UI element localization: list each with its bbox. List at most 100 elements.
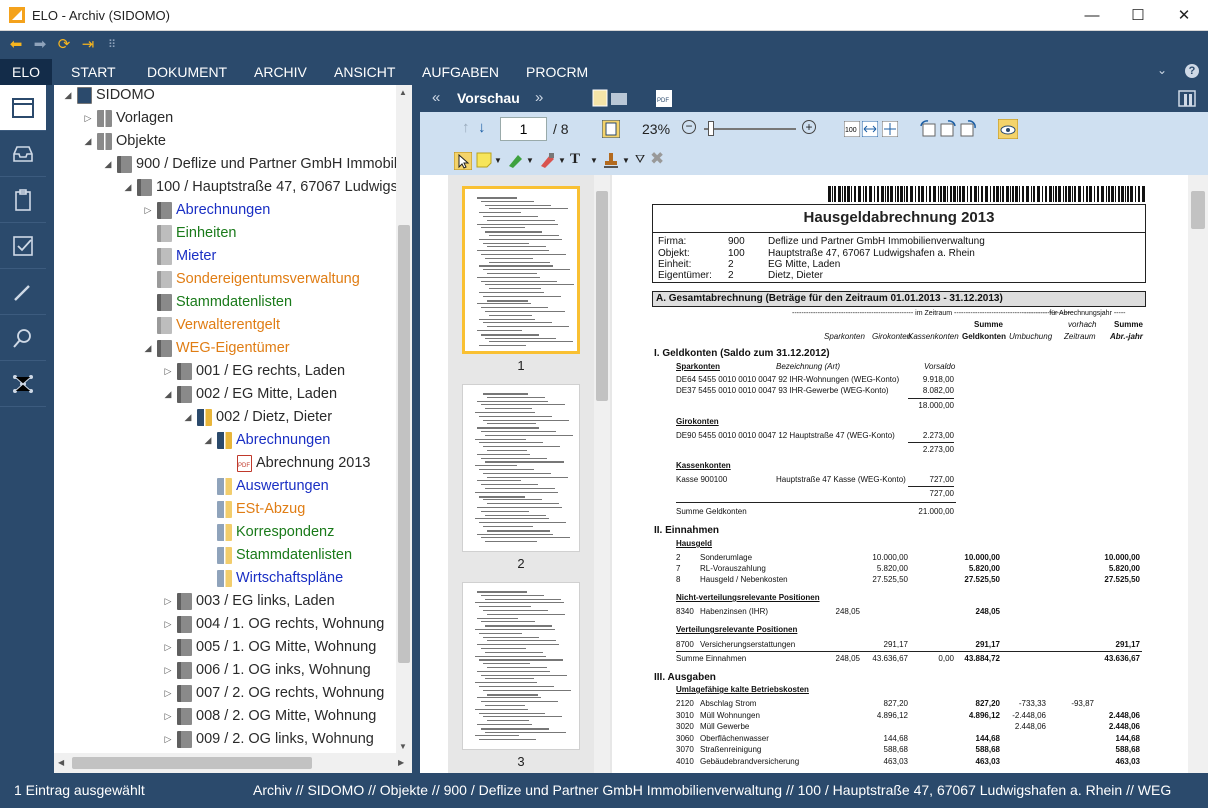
collapse-arrow-icon[interactable]: ◢: [102, 153, 114, 176]
expand-arrow-icon[interactable]: ▷: [162, 360, 174, 383]
layout-icon[interactable]: [1178, 90, 1196, 107]
tree-node[interactable]: Stammdatenlisten: [202, 544, 352, 567]
refresh-icon[interactable]: ⟳: [54, 36, 74, 54]
menu-ansicht[interactable]: ANSICHT: [330, 59, 399, 85]
tree-node[interactable]: ▷ 004 / 1. OG rechts, Wohnung: [162, 613, 384, 636]
rail-network[interactable]: [0, 361, 46, 407]
chevron-down-icon[interactable]: ▼: [526, 156, 534, 165]
expand-arrow-icon[interactable]: ▷: [142, 199, 154, 222]
tree-node[interactable]: ◢ WEG-Eigentümer: [142, 337, 290, 360]
tree-node[interactable]: Stammdatenlisten: [142, 291, 292, 314]
zoom-slider-track[interactable]: [704, 128, 796, 130]
page-down-icon[interactable]: ↓: [478, 119, 486, 136]
rail-clipboard[interactable]: [0, 177, 46, 223]
tree-node[interactable]: ◢ Objekte: [82, 130, 166, 153]
tree-node[interactable]: PDF Abrechnung 2013: [222, 452, 371, 475]
tree-node[interactable]: ◢ 100 / Hauptstraße 47, 67067 Ludwigs: [122, 176, 396, 199]
tree-horizontal-scrollbar[interactable]: ◀ ▶: [54, 753, 412, 773]
tree-node[interactable]: ▷ Abrechnungen: [142, 199, 270, 222]
tree-node[interactable]: Auswertungen: [202, 475, 329, 498]
chevron-down-icon[interactable]: ▼: [622, 156, 630, 165]
rotate-right-icon[interactable]: [940, 120, 956, 137]
collapse-arrow-icon[interactable]: ◢: [82, 130, 94, 153]
collapse-arrow-icon[interactable]: ◢: [62, 85, 74, 107]
scroll-left-icon[interactable]: ◀: [58, 758, 64, 767]
back-arrow-icon[interactable]: ⬅: [6, 36, 26, 54]
rotate-page-icon[interactable]: [960, 120, 976, 137]
rail-inbox[interactable]: [0, 131, 46, 177]
tree-node[interactable]: ◢ 900 / Deflize und Partner GmbH Immobili…: [102, 153, 396, 176]
expand-arrow-icon[interactable]: ▷: [162, 613, 174, 636]
expand-arrow-icon[interactable]: ▷: [162, 728, 174, 751]
page-number-input[interactable]: [500, 117, 547, 141]
fit-all-icon[interactable]: [882, 121, 898, 137]
thumbnail-scrollbar[interactable]: [594, 175, 610, 773]
tree-node[interactable]: ◢ SIDOMO: [62, 85, 155, 107]
elo-menu-button[interactable]: ELO: [0, 59, 52, 85]
tree-node[interactable]: Wirtschaftspläne: [202, 567, 343, 590]
zoom-out-icon[interactable]: −: [682, 120, 696, 134]
chevron-down-icon[interactable]: ▼: [590, 156, 598, 165]
preview-scrollbar[interactable]: [1188, 175, 1208, 773]
tree-node[interactable]: Korrespondenz: [202, 521, 334, 544]
tree-node[interactable]: Verwalterentgelt: [142, 314, 280, 337]
rail-tasks[interactable]: [0, 223, 46, 269]
view-eye-icon[interactable]: [998, 119, 1018, 139]
tree-vertical-scrollbar[interactable]: ▲ ▼: [396, 85, 412, 753]
rail-search[interactable]: [0, 315, 46, 361]
fit-width-icon[interactable]: [862, 121, 878, 137]
chevron-down-icon[interactable]: ▼: [558, 156, 566, 165]
tree-node[interactable]: ▷ Vorlagen: [82, 107, 173, 130]
tree-node[interactable]: Einheiten: [142, 222, 236, 245]
thumbnail-page-2[interactable]: [462, 384, 580, 552]
tree-node[interactable]: ◢ 002 / Dietz, Dieter: [182, 406, 332, 429]
page-up-icon[interactable]: ↑: [462, 119, 470, 136]
menu-archiv[interactable]: ARCHIV: [250, 59, 311, 85]
stamp-icon[interactable]: [602, 151, 620, 169]
thumbnail-page-3[interactable]: [462, 582, 580, 750]
chevron-down-icon[interactable]: ⌄: [1157, 63, 1167, 77]
tree-node[interactable]: ◢ Abrechnungen: [202, 429, 330, 452]
expand-arrow-icon[interactable]: ▷: [82, 107, 94, 130]
tree-node[interactable]: ▷ 008 / 2. OG Mitte, Wohnung: [162, 705, 376, 728]
tree-node[interactable]: Sondereigentumsverwaltung: [142, 268, 360, 291]
zoom-in-icon[interactable]: +: [802, 120, 816, 134]
expand-right-button[interactable]: »: [535, 89, 543, 106]
delete-annotation-icon[interactable]: ✖: [650, 149, 664, 169]
tree-node[interactable]: ▷ 009 / 2. OG links, Wohnung: [162, 728, 374, 751]
scroll-up-icon[interactable]: ▲: [399, 88, 407, 97]
collapse-left-button[interactable]: «: [432, 89, 440, 106]
minimize-button[interactable]: —: [1069, 0, 1115, 31]
forward-arrow-icon[interactable]: ➡: [30, 36, 50, 54]
close-button[interactable]: ✕: [1161, 0, 1207, 31]
rail-archive[interactable]: [0, 85, 46, 131]
hscroll-thumb[interactable]: [72, 757, 312, 769]
zoom-slider-thumb[interactable]: [708, 121, 715, 136]
scroll-right-icon[interactable]: ▶: [398, 758, 404, 767]
expand-arrow-icon[interactable]: ▷: [162, 659, 174, 682]
expand-arrow-icon[interactable]: ▷: [162, 636, 174, 659]
tree-node[interactable]: ▷ 007 / 2. OG rechts, Wohnung: [162, 682, 384, 705]
collapse-arrow-icon[interactable]: ◢: [142, 337, 154, 360]
expand-arrow-icon[interactable]: ▷: [162, 705, 174, 728]
expand-arrow-icon[interactable]: ▷: [162, 590, 174, 613]
menu-aufgaben[interactable]: AUFGABEN: [418, 59, 503, 85]
rail-edit[interactable]: [0, 269, 46, 315]
scroll-thumb[interactable]: [1191, 191, 1205, 229]
tree-node[interactable]: Mieter: [142, 245, 216, 268]
pdf-export-icon[interactable]: PDF: [656, 90, 672, 107]
scroll-thumb[interactable]: [596, 191, 608, 401]
chevron-down-icon[interactable]: ▼: [494, 156, 502, 165]
collapse-arrow-icon[interactable]: ◢: [182, 406, 194, 429]
rotate-left-icon[interactable]: [920, 120, 936, 137]
menu-start[interactable]: START: [67, 59, 120, 85]
scroll-down-icon[interactable]: ▼: [399, 742, 407, 751]
help-icon[interactable]: ?: [1185, 64, 1199, 78]
menu-dokument[interactable]: DOKUMENT: [143, 59, 231, 85]
tree-link-icon[interactable]: ⠿: [102, 36, 122, 54]
thumbnail-page-1[interactable]: [462, 186, 580, 354]
sticky-note-icon[interactable]: [476, 152, 492, 168]
goto-icon[interactable]: ⇥: [78, 36, 98, 54]
fit-page-icon[interactable]: [602, 120, 620, 138]
highlighter-icon[interactable]: [506, 151, 524, 169]
